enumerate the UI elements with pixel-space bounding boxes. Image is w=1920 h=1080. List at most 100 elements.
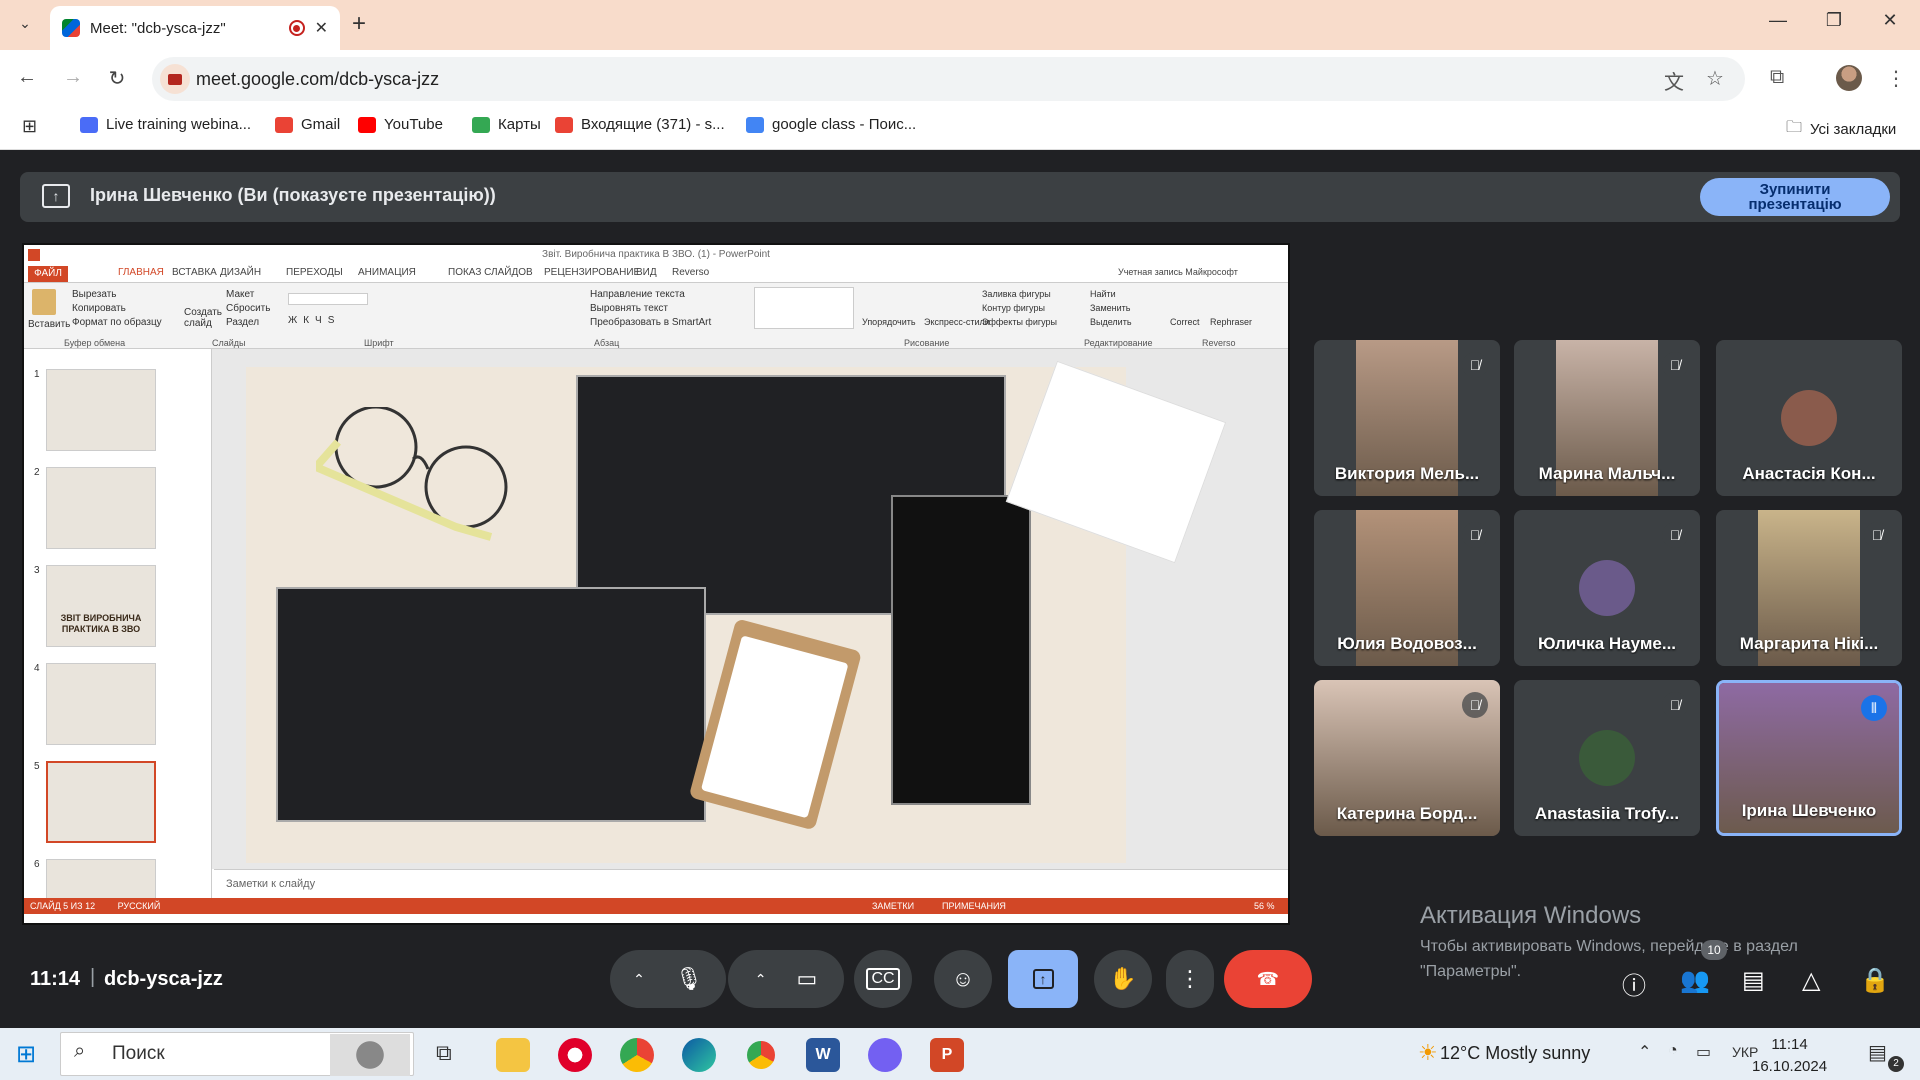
- comments-toggle[interactable]: ПРИМЕЧАНИЯ: [942, 898, 1006, 914]
- close-tab-icon[interactable]: ✕: [315, 18, 328, 38]
- section-button[interactable]: Раздел: [226, 317, 259, 328]
- slide-thumbnail[interactable]: [46, 761, 156, 843]
- powerpoint-icon[interactable]: P: [930, 1038, 964, 1072]
- shape-effects-button[interactable]: Эффекты фигуры: [982, 317, 1057, 327]
- participant-tile[interactable]: Анастасія Кон...: [1716, 340, 1902, 496]
- reload-icon[interactable]: ↻: [102, 66, 132, 91]
- profile-avatar[interactable]: [1836, 65, 1862, 91]
- all-bookmarks[interactable]: 🗀 Усі закладки: [1786, 116, 1896, 143]
- participant-tile[interactable]: 🎙̸ Виктория Мель...: [1314, 340, 1500, 496]
- rephraser-button[interactable]: Rephraser: [1210, 317, 1252, 327]
- chrome-profile-icon[interactable]: [744, 1038, 778, 1072]
- arrange-button[interactable]: Упорядочить: [862, 317, 916, 327]
- ppt-tab[interactable]: ВИД: [636, 267, 657, 278]
- activities-icon[interactable]: △: [1802, 966, 1820, 995]
- participant-tile[interactable]: 🎙̸ Anastasiia Trofy...: [1514, 680, 1700, 836]
- battery-icon[interactable]: ▭: [1696, 1042, 1711, 1062]
- weather-text[interactable]: 12°C Mostly sunny: [1440, 1043, 1590, 1064]
- more-options-button[interactable]: ⋮: [1166, 950, 1214, 1008]
- minimize-icon[interactable]: —: [1758, 10, 1798, 31]
- windows-start-icon[interactable]: ⊞: [16, 1040, 36, 1069]
- translate-icon[interactable]: 文: [1664, 66, 1684, 95]
- paste-button[interactable]: Вставить: [28, 319, 70, 330]
- align-text-button[interactable]: Выровнять текст: [590, 303, 668, 314]
- ppt-tab[interactable]: ВСТАВКА: [172, 267, 217, 278]
- host-controls-icon[interactable]: 🔒: [1860, 966, 1890, 995]
- url-text[interactable]: meet.google.com/dcb-ysca-jzz: [196, 69, 439, 90]
- find-button[interactable]: Найти: [1090, 289, 1116, 299]
- ppt-tab[interactable]: Reverso: [672, 267, 709, 278]
- participant-tile[interactable]: 🎙̸ Юличка Науме...: [1514, 510, 1700, 666]
- captions-button[interactable]: CC: [854, 950, 912, 1008]
- new-tab-icon[interactable]: +: [352, 10, 366, 38]
- meeting-code[interactable]: dcb-ysca-jzz: [104, 968, 223, 991]
- stop-presenting-button[interactable]: Зупинити презентацію: [1700, 178, 1890, 216]
- correct-button[interactable]: Correct: [1170, 317, 1200, 327]
- task-view-icon[interactable]: ⧉: [436, 1040, 452, 1066]
- chrome-menu-icon[interactable]: ⋮: [1886, 66, 1906, 91]
- camera-control[interactable]: ⌃ ▭: [728, 950, 844, 1008]
- bookmark-item[interactable]: Gmail: [275, 116, 340, 133]
- bookmark-item[interactable]: Карты: [472, 116, 541, 133]
- mic-control[interactable]: ⌃ 🎙: [610, 950, 726, 1008]
- bookmark-item[interactable]: YouTube: [358, 116, 443, 133]
- slide-thumbnail[interactable]: [46, 663, 156, 745]
- restore-icon[interactable]: ❐: [1814, 10, 1854, 31]
- chrome-icon[interactable]: [620, 1038, 654, 1072]
- paste-icon[interactable]: [32, 289, 56, 315]
- bookmark-item[interactable]: google class - Поис...: [746, 116, 916, 133]
- notes-pane[interactable]: Заметки к слайду: [214, 869, 1288, 898]
- select-button[interactable]: Выделить: [1090, 317, 1132, 327]
- apps-grid-icon[interactable]: ⊞: [22, 116, 37, 137]
- tray-chevron-icon[interactable]: ⌃: [1638, 1042, 1651, 1062]
- cut-button[interactable]: Вырезать: [72, 289, 116, 300]
- ppt-tab[interactable]: ПОКАЗ СЛАЙДОВ: [448, 267, 533, 278]
- camera-options-icon[interactable]: ⌃: [755, 971, 767, 988]
- smartart-button[interactable]: Преобразовать в SmartArt: [590, 317, 711, 328]
- notifications-icon[interactable]: ▤: [1868, 1040, 1887, 1065]
- shapes-gallery[interactable]: [754, 287, 854, 329]
- slide-thumbnail[interactable]: [46, 369, 156, 451]
- wifi-icon[interactable]: ◔: [1668, 1042, 1678, 1060]
- camera-icon[interactable]: ▭: [796, 966, 817, 992]
- site-info-icon[interactable]: [160, 64, 190, 94]
- microphone-icon[interactable]: 🎙: [675, 966, 703, 992]
- extensions-icon[interactable]: ⧉: [1770, 66, 1784, 89]
- edge-icon[interactable]: [682, 1038, 716, 1072]
- font-style-icons[interactable]: ЖКЧS: [288, 315, 340, 326]
- text-direction-button[interactable]: Направление текста: [590, 289, 685, 300]
- word-icon[interactable]: W: [806, 1038, 840, 1072]
- ppt-tab[interactable]: АНИМАЦИЯ: [358, 267, 416, 278]
- font-name-box[interactable]: [288, 293, 368, 305]
- participant-tile[interactable]: 🎙̸ Маргарита Нікі...: [1716, 510, 1902, 666]
- layout-button[interactable]: Макет: [226, 289, 254, 300]
- ppt-tab[interactable]: ГЛАВНАЯ: [118, 267, 164, 278]
- taskbar-clock[interactable]: 11:14 16.10.2024: [1752, 1034, 1827, 1078]
- mic-options-icon[interactable]: ⌃: [633, 971, 645, 988]
- reset-button[interactable]: Сбросить: [226, 303, 270, 314]
- ppt-account[interactable]: Учетная запись Майкрософт: [1118, 267, 1238, 277]
- tab-search-icon[interactable]: ⌄: [12, 10, 38, 36]
- format-painter-button[interactable]: Формат по образцу: [72, 317, 162, 328]
- ppt-tab-file[interactable]: ФАЙЛ: [28, 266, 68, 282]
- viber-icon[interactable]: [868, 1038, 902, 1072]
- back-icon[interactable]: ←: [12, 66, 42, 89]
- quick-styles-button[interactable]: Экспресс-стили: [924, 317, 990, 327]
- close-window-icon[interactable]: ✕: [1870, 10, 1910, 31]
- participant-tile[interactable]: 🎙̸ Марина Мальч...: [1514, 340, 1700, 496]
- shape-fill-button[interactable]: Заливка фигуры: [982, 289, 1051, 299]
- file-explorer-icon[interactable]: [496, 1038, 530, 1072]
- leave-call-button[interactable]: ☎: [1224, 950, 1312, 1008]
- slide-thumbnail[interactable]: [46, 859, 156, 899]
- participant-tile[interactable]: ⦀ Ірина Шевченко: [1716, 680, 1902, 836]
- new-slide-button[interactable]: Создать слайд: [184, 307, 222, 329]
- reactions-button[interactable]: ☺: [934, 950, 992, 1008]
- ppt-tab[interactable]: РЕЦЕНЗИРОВАНИЕ: [544, 267, 640, 278]
- active-tab[interactable]: Meet: "dcb-ysca-jzz" ✕: [50, 6, 340, 50]
- bookmark-star-icon[interactable]: ☆: [1706, 66, 1724, 91]
- notes-toggle[interactable]: ЗАМЕТКИ: [872, 898, 914, 914]
- forward-icon[interactable]: →: [58, 66, 88, 89]
- bookmark-item[interactable]: Live training webina...: [80, 116, 251, 133]
- people-icon[interactable]: 👥: [1680, 966, 1710, 995]
- ppt-tab[interactable]: ПЕРЕХОДЫ: [286, 267, 343, 278]
